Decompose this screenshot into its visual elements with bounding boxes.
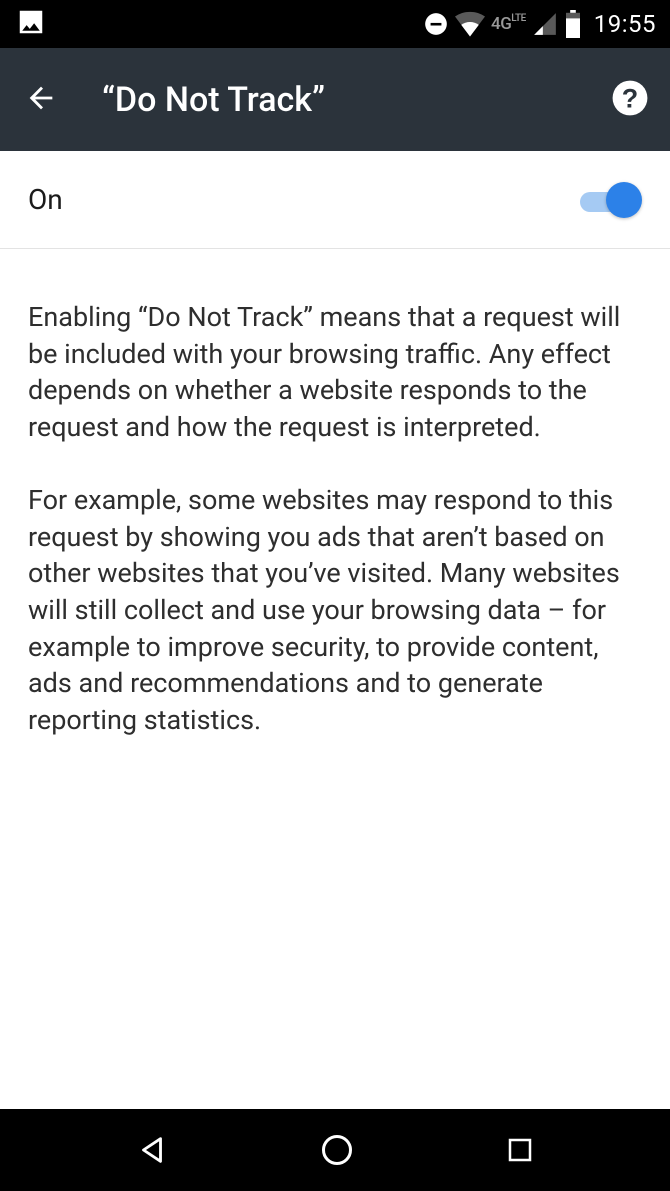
status-right: 4GLTE 19:55 [423,10,662,38]
page-title: “Do Not Track” [62,80,610,120]
description-paragraph-2: For example, some websites may respond t… [28,482,642,739]
status-bar: 4GLTE 19:55 [0,0,670,48]
nav-back-button[interactable] [135,1133,169,1167]
do-not-track-toggle[interactable] [580,180,642,220]
nav-home-button[interactable] [319,1132,355,1168]
picture-icon [16,7,46,41]
circle-home-icon [319,1132,355,1168]
description-paragraph-1: Enabling “Do Not Track” means that a req… [28,299,642,446]
battery-icon [564,10,582,38]
status-left [8,7,46,41]
description: Enabling “Do Not Track” means that a req… [0,249,670,739]
nav-recent-button[interactable] [505,1135,535,1165]
cellular-icon [532,11,558,37]
square-recent-icon [505,1135,535,1165]
navigation-bar [0,1109,670,1191]
toggle-thumb [606,182,642,218]
wifi-icon [455,11,485,37]
help-button[interactable]: ? [610,79,650,121]
app-bar: “Do Not Track” ? [0,48,670,151]
clock: 19:55 [588,10,662,38]
arrow-back-icon [24,81,58,119]
svg-text:?: ? [622,83,638,113]
back-button[interactable] [20,81,62,119]
toggle-row: On [0,151,670,249]
dnd-icon [423,11,449,37]
help-icon: ? [611,79,649,121]
network-label: 4GLTE [491,14,526,34]
toggle-label: On [28,183,580,216]
triangle-back-icon [135,1133,169,1167]
